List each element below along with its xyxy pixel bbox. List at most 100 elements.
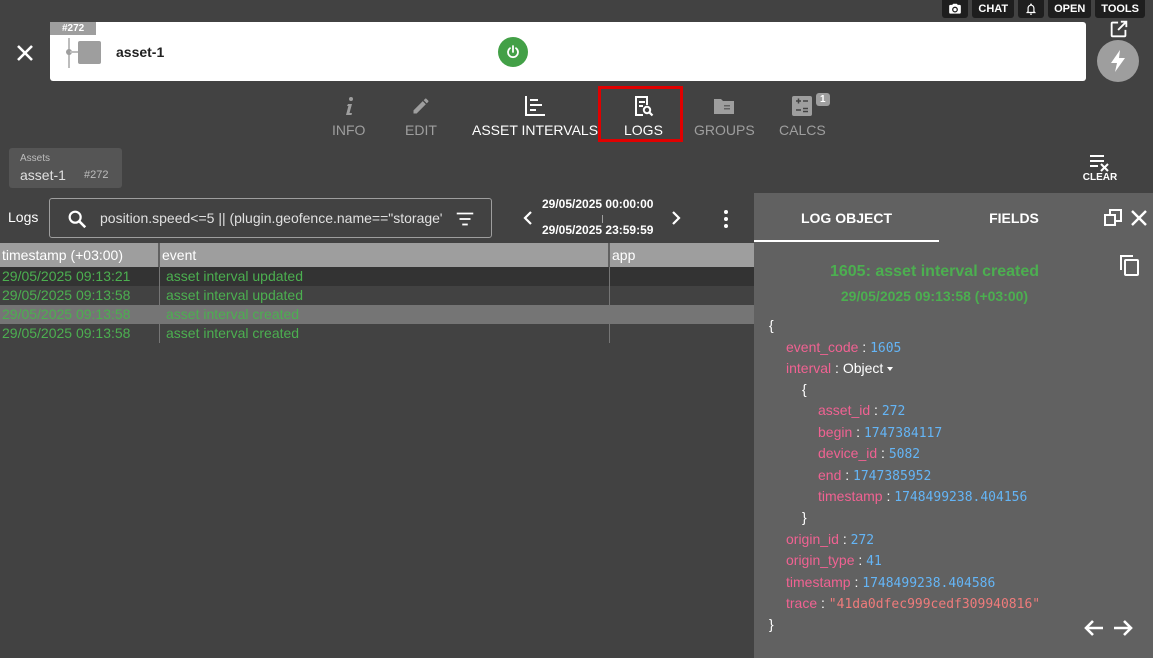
json-value: 272 [850, 533, 875, 548]
json-value: 5082 [888, 447, 921, 462]
calculator-icon [792, 94, 813, 118]
date-from[interactable]: 29/05/2025 00:00:00 [542, 197, 653, 211]
tools-button[interactable]: TOOLS [1095, 0, 1145, 18]
tab-groups-label: GROUPS [694, 122, 755, 138]
log-filter-search[interactable]: position.speed<=5 || (plugin.geofence.na… [49, 198, 492, 238]
json-colon: : [821, 595, 825, 611]
json-colon: : [856, 424, 861, 440]
cell-timestamp: 29/05/2025 09:13:58 [0, 286, 160, 305]
close-icon [17, 45, 33, 61]
json-value: 1747385952 [853, 469, 932, 484]
json-value: 1605 [870, 341, 902, 356]
more-vert-icon [724, 210, 728, 228]
asset-title: asset-1 [116, 44, 165, 60]
json-value: 1748499238.404586 [862, 576, 996, 591]
json-type: Object [842, 360, 884, 376]
json-row-device-id: device_id : 5082 [818, 445, 920, 462]
json-value: 272 [881, 404, 906, 419]
cell-app [610, 324, 754, 343]
clear-button[interactable]: CLEAR [1080, 154, 1120, 183]
caret-down-icon [887, 367, 894, 372]
json-colon: : [845, 467, 850, 483]
json-key: interval [786, 360, 832, 376]
search-input[interactable]: position.speed<=5 || (plugin.geofence.na… [100, 210, 443, 226]
copy-button[interactable] [1118, 254, 1140, 281]
date-prev-button[interactable] [520, 208, 536, 233]
json-colon: : [842, 531, 847, 547]
more-options-button[interactable] [716, 207, 736, 236]
column-header-timestamp[interactable]: timestamp (+03:00) [0, 243, 160, 267]
filter-icon[interactable] [454, 208, 476, 235]
top-toolbar: CHAT OPEN TOOLS [942, 0, 1145, 18]
actions-fab-button[interactable] [1097, 40, 1139, 82]
tab-log-object-indicator [754, 240, 939, 242]
asset-header-card: #272 asset-1 [50, 22, 1086, 81]
open-external-icon [1110, 20, 1128, 38]
arrow-left-icon [1084, 620, 1103, 636]
arrow-right-icon [1114, 620, 1133, 636]
camera-icon [949, 3, 962, 14]
column-header-event[interactable]: event [160, 243, 610, 267]
chart-bar-icon [524, 94, 546, 118]
log-detail-panel: LOG OBJECT FIELDS 1605: asset interval c… [754, 193, 1153, 658]
next-log-button[interactable] [1112, 618, 1134, 643]
json-row-trace: trace : "41da0dfec999cedf309940816" [786, 595, 1040, 612]
status-power-button[interactable] [498, 37, 528, 67]
json-colon: : [881, 445, 885, 461]
date-next-button[interactable] [668, 208, 684, 233]
log-title: 1605: asset interval created [829, 263, 1039, 280]
cell-app [610, 267, 754, 286]
json-row-end: end : 1747385952 [818, 467, 931, 484]
breadcrumb[interactable]: Assets asset-1 #272 [9, 148, 122, 188]
tab-asset-intervals[interactable]: ASSET INTERVALS [472, 94, 598, 138]
open-button[interactable]: OPEN [1048, 0, 1092, 18]
json-inner-close-brace: } [802, 509, 807, 525]
json-colon: : [874, 402, 878, 418]
json-colon: : [854, 574, 859, 590]
json-value: 41 [866, 554, 882, 569]
prev-log-button[interactable] [1083, 618, 1105, 643]
close-button[interactable] [14, 42, 36, 64]
date-to[interactable]: 29/05/2025 23:59:59 [542, 223, 653, 237]
json-colon: : [858, 552, 863, 568]
json-row-begin: begin : 1747384117 [818, 424, 942, 441]
cell-event: asset interval created [160, 324, 610, 343]
table-row[interactable]: 29/05/2025 09:13:21 asset interval updat… [0, 267, 754, 286]
table-row-selected[interactable]: 29/05/2025 09:13:58 asset interval creat… [0, 305, 754, 324]
notifications-button[interactable] [1018, 0, 1045, 18]
json-colon: : [862, 339, 867, 355]
tab-fields[interactable]: FIELDS [939, 193, 1089, 242]
breadcrumb-name: asset-1 [20, 167, 66, 183]
close-panel-button[interactable] [1130, 209, 1148, 232]
open-external-button[interactable] [1108, 18, 1130, 40]
cell-app [610, 286, 754, 305]
restore-window-icon [1104, 209, 1122, 226]
bolt-icon [1111, 50, 1125, 72]
camera-button[interactable] [942, 0, 969, 18]
table-row[interactable]: 29/05/2025 09:13:58 asset interval updat… [0, 286, 754, 305]
logs-label: Logs [8, 209, 39, 225]
cell-app [610, 305, 754, 324]
chevron-right-icon [672, 211, 681, 225]
tab-info[interactable]: INFO [332, 94, 365, 138]
chat-button[interactable]: CHAT [972, 0, 1015, 18]
tab-info-label: INFO [332, 122, 366, 138]
tab-groups[interactable]: GROUPS [694, 94, 755, 138]
bell-icon [1026, 3, 1036, 15]
close-icon [1131, 210, 1147, 226]
column-header-app[interactable]: app [610, 243, 754, 267]
tab-log-object[interactable]: LOG OBJECT [754, 193, 939, 242]
breadcrumb-id: #272 [84, 169, 109, 181]
json-row-origin-id: origin_id : 272 [786, 531, 874, 548]
tab-edit[interactable]: EDIT [405, 94, 437, 138]
restore-window-button[interactable] [1104, 209, 1122, 232]
json-key: timestamp [818, 488, 883, 504]
table-row[interactable]: 29/05/2025 09:13:58 asset interval creat… [0, 324, 754, 343]
breadcrumb-label: Assets [20, 153, 51, 164]
json-value: "41da0dfec999cedf309940816" [828, 597, 1041, 612]
json-colon: : [886, 488, 891, 504]
json-row-interval[interactable]: interval : Object [786, 360, 894, 376]
json-row-asset-id: asset_id : 272 [818, 402, 905, 419]
json-key: trace [786, 595, 818, 611]
cell-timestamp: 29/05/2025 09:13:58 [0, 324, 160, 343]
